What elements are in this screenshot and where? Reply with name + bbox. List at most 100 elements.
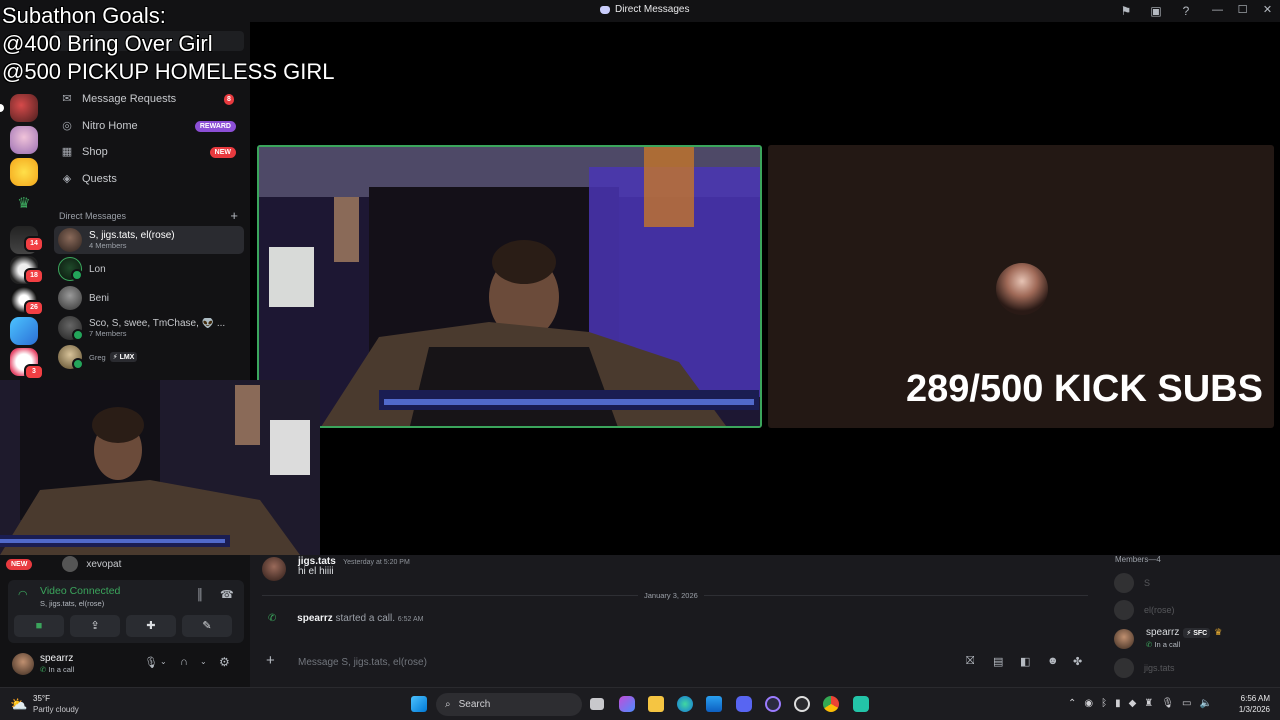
user-status: ✆ In a call [40,665,74,674]
camera-button[interactable]: ■ [14,615,64,637]
headphones-icon[interactable]: ∩ [180,656,188,668]
chevron-down-icon[interactable]: ⌄ [200,657,207,666]
network-icon[interactable]: ▭ [1182,698,1191,709]
dm-item[interactable]: Beni [54,284,244,312]
weather-temp: 35°F [33,694,50,703]
nav-quests[interactable]: ◈ Quests [54,166,244,192]
dm-item[interactable]: Lon [54,255,244,283]
chat-panel: jigs.tats Yesterday at 5:20 PM hi el hii… [250,555,1100,687]
unread-pip [0,104,4,112]
task-view-icon[interactable] [590,698,604,710]
attach-plus-icon[interactable]: + [266,652,275,669]
disconnect-icon[interactable]: ☎ [220,588,234,601]
clock-time: 6:56 AM [1240,694,1270,703]
avatar [58,257,83,281]
member-list-header: Members—4 [1115,555,1161,564]
store-icon[interactable] [706,696,722,712]
voice-status[interactable]: Video Connected [40,585,120,597]
windows-start-icon[interactable] [411,696,427,712]
dm-item[interactable]: NEW xevopat [6,555,244,573]
member-item[interactable]: jigs.tats [1114,658,1175,678]
minimize-button[interactable]: — [1205,0,1230,22]
close-button[interactable]: ✕ [1255,0,1280,22]
server-icon[interactable] [10,317,38,345]
message-composer[interactable]: + Message S, jigs.tats, el(rose) ⛝ ▤ ◧ ☻… [258,649,1094,677]
chevron-down-icon[interactable]: ⌄ [160,657,167,666]
server-icon[interactable] [10,94,38,122]
settings-gear-icon[interactable]: ⚙ [219,655,230,669]
maximize-button[interactable]: ☐ [1230,0,1255,22]
tray-app-icon[interactable]: ▮ [1115,698,1121,709]
chrome-icon[interactable] [823,696,839,712]
sidebar-bottom: NEW xevopat ◠ Video Connected S, jigs.ta… [0,555,250,687]
active-app-icon[interactable] [853,696,869,712]
volume-icon[interactable]: 🔈 [1199,698,1211,709]
soundboard-button[interactable]: ✎ [182,615,232,637]
participant-avatar [996,263,1048,315]
microphone-icon[interactable]: 🎙 [144,656,158,669]
file-explorer-icon[interactable] [648,696,664,712]
avatar[interactable] [12,653,34,675]
gif-icon[interactable]: ▤ [993,655,1003,668]
voice-channel-name[interactable]: S, jigs.tats, el(rose) [40,599,104,608]
member-item[interactable]: el(rose) [1114,600,1175,620]
tray-app-icon[interactable]: ◉ [1084,698,1093,709]
help-icon[interactable]: ? [1178,3,1194,19]
apps-icon[interactable]: ✤ [1073,655,1082,668]
call-author[interactable]: spearrz [297,613,333,624]
system-tray: ⌃ ◉ ᛒ ▮ ◆ ♜ 🎙 ▭ 🔈 [1068,698,1212,709]
crown-server-icon[interactable]: ♛ [10,190,38,218]
member-status-text: In a call [1154,640,1181,649]
noise-suppression-icon[interactable]: ║ [196,589,204,601]
shop-icon: ▦ [61,146,73,158]
avatar [262,557,286,581]
server-icon[interactable] [10,158,38,186]
nav-nitro-home[interactable]: ◎ Nitro Home REWARD [54,113,244,139]
microphone-icon[interactable]: 🎙 [1161,698,1174,709]
member-item[interactable]: S [1114,573,1150,593]
new-badge: NEW [6,558,33,570]
tray-app-icon[interactable]: ♜ [1144,698,1153,709]
app-icon[interactable] [794,696,810,712]
tray-app-icon[interactable]: ◆ [1129,698,1137,709]
gift-icon[interactable]: ⛝ [966,655,974,668]
username[interactable]: spearrz [40,653,73,664]
nitro-icon: ◎ [62,120,72,132]
obs-icon[interactable] [765,696,781,712]
dm-name: xevopat [86,558,122,570]
bluetooth-icon[interactable]: ᛒ [1101,698,1107,709]
nav-shop[interactable]: ▦ Shop NEW [54,139,244,165]
nav-label: Shop [82,146,108,158]
message-input[interactable]: Message S, jigs.tats, el(rose) [298,657,427,668]
avatar [58,345,84,370]
emoji-icon[interactable]: ☻ [1047,655,1059,667]
discord-taskbar-icon[interactable] [736,696,752,712]
member-status: ✆ In a call [1146,640,1180,649]
dm-section-header: Direct Messages [59,211,127,221]
edge-icon[interactable] [677,696,693,712]
chevron-up-icon[interactable]: ⌃ [1068,698,1076,709]
user-status-text: In a call [48,665,75,674]
reward-badge: REWARD [194,120,236,132]
message-timestamp: Yesterday at 5:20 PM [343,559,410,566]
taskbar-search[interactable]: ⌕ Search [436,693,582,716]
dm-item[interactable]: Greg ⚡ LMX [54,343,244,371]
new-badge: NEW [209,146,236,158]
video-tile-main[interactable] [257,145,762,428]
screen-share-button[interactable]: ⇪ [70,615,120,637]
screen-icon[interactable]: ▣ [1148,3,1164,19]
nav-message-requests[interactable]: ✉ Message Requests 8 [54,86,244,112]
kick-subs-counter: 289/500 KICK SUBS [906,368,1263,410]
dm-item[interactable]: S, jigs.tats, el(rose) 4 Members [54,226,244,254]
user-panel: spearrz ✆ In a call 🎙 ⌄ ∩ ⌄ ⚙ [8,647,244,681]
copilot-icon[interactable] [619,696,635,712]
dm-item[interactable]: Sco, S, swee, TmChase, 👽 ... 7 Members [54,314,244,342]
server-badge: 3 [24,364,44,380]
clock[interactable]: 6:56 AM 1/3/2026 [1239,693,1270,715]
activities-button[interactable]: ✚ [126,615,176,637]
create-dm-icon[interactable]: + [230,208,238,223]
sticker-icon[interactable]: ◧ [1020,655,1030,668]
inbox-icon[interactable]: ⚑ [1118,3,1134,19]
server-icon[interactable] [10,126,38,154]
message-text: hi el hiiii [298,566,334,577]
